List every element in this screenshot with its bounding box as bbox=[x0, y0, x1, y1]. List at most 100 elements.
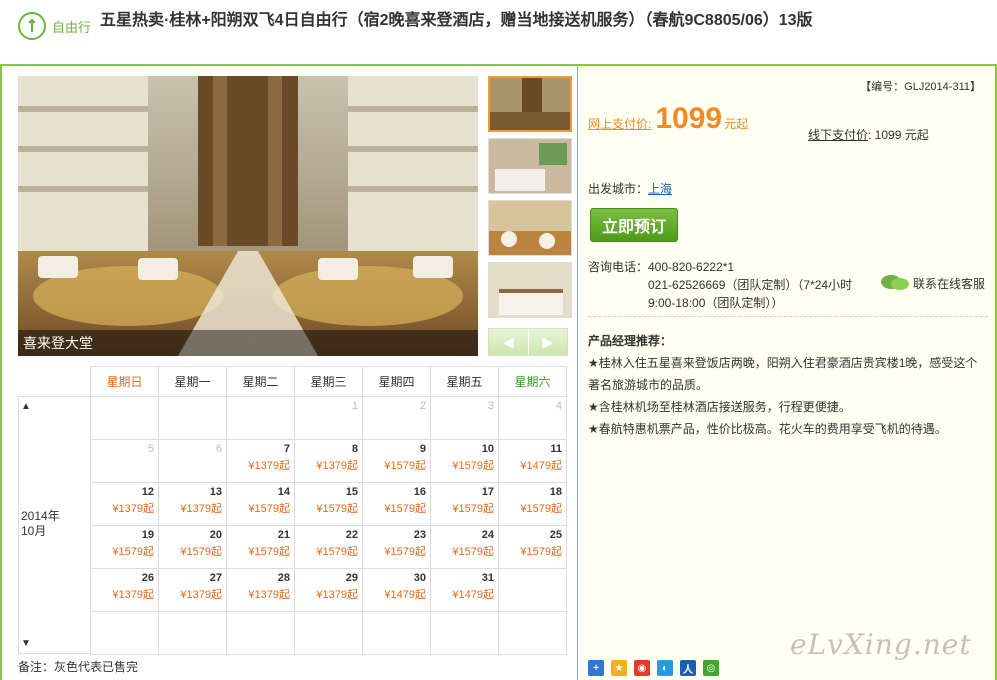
day-number: 15 bbox=[345, 486, 358, 498]
share-bar: + ★ ◉ ◐ 人 ◎ bbox=[588, 660, 726, 676]
tencent-weibo-icon[interactable]: ◐ bbox=[657, 660, 673, 676]
day-price: ¥1579起 bbox=[384, 460, 426, 472]
day-number: 11 bbox=[550, 443, 562, 455]
calendar-day-20[interactable]: 20 ¥1579起 bbox=[158, 525, 227, 569]
next-month-button[interactable]: ▼ bbox=[21, 638, 31, 649]
calendar-day-28[interactable]: 28 ¥1379起 bbox=[226, 568, 295, 612]
calendar-day-15[interactable]: 15 ¥1579起 bbox=[294, 482, 363, 526]
offline-price-label[interactable]: 线下支付价 bbox=[808, 128, 868, 142]
day-price: ¥1379起 bbox=[248, 589, 290, 601]
qzone-icon[interactable]: ★ bbox=[611, 660, 627, 676]
online-service-label: 联系在线客服 bbox=[913, 276, 986, 291]
day-number: 21 bbox=[277, 529, 290, 541]
thumbnail-restaurant[interactable] bbox=[488, 200, 572, 256]
contact-line: 9:00-18:00（团队定制）） bbox=[648, 296, 784, 310]
calendar-day-23[interactable]: 23 ¥1579起 bbox=[362, 525, 431, 569]
calendar-day-25[interactable]: 25 ¥1579起 bbox=[498, 525, 567, 569]
thumbnail-twin-room[interactable] bbox=[488, 262, 572, 318]
travel-type-label: 自由行 bbox=[52, 19, 92, 35]
main-photo[interactable]: 喜来登大堂 bbox=[18, 76, 478, 356]
day-number: 2 bbox=[419, 400, 426, 412]
online-price-label[interactable]: 网上支付价: bbox=[588, 115, 651, 132]
manager-recommendation: 产品经理推荐： ★桂林入住五星喜来登饭店两晚，阳朔入住君豪酒店贵宾楼1晚，感受这… bbox=[588, 330, 988, 440]
calendar-day-7[interactable]: 7 ¥1379起 bbox=[226, 439, 295, 483]
calendar-day-18[interactable]: 18 ¥1579起 bbox=[498, 482, 567, 526]
online-price: 网上支付价: 1099 元起 bbox=[588, 102, 748, 136]
calendar-day-24[interactable]: 24 ¥1579起 bbox=[430, 525, 499, 569]
calendar-day-22[interactable]: 22 ¥1579起 bbox=[294, 525, 363, 569]
weibo-icon[interactable]: ◉ bbox=[634, 660, 650, 676]
calendar-day-19[interactable]: 19 ¥1579起 bbox=[90, 525, 159, 569]
calendar-day-12[interactable]: 12 ¥1379起 bbox=[90, 482, 159, 526]
site-watermark: eLvXing.net bbox=[790, 628, 972, 661]
calendar-day-9[interactable]: 9 ¥1579起 bbox=[362, 439, 431, 483]
weekday-mon: 星期一 bbox=[158, 366, 227, 397]
next-thumbnail-button[interactable]: ▶ bbox=[527, 329, 568, 355]
contact-label: 咨询电话： bbox=[588, 260, 649, 274]
departure-calendar: ▲ 2014年 10月 ▼ 星期日 星期一 星期二 星期三 星期四 星期五 星期… bbox=[18, 366, 568, 655]
day-price: ¥1579起 bbox=[452, 503, 494, 515]
calendar-day-11[interactable]: 11 ¥1479起 bbox=[498, 439, 567, 483]
calendar-day-29[interactable]: 29 ¥1379起 bbox=[294, 568, 363, 612]
day-number: 25 bbox=[549, 529, 562, 541]
wechat-icon[interactable]: ◎ bbox=[703, 660, 719, 676]
photo-caption: 喜来登大堂 bbox=[18, 330, 478, 356]
day-price: ¥1579起 bbox=[452, 460, 494, 472]
day-number: 5 bbox=[147, 443, 154, 455]
prev-month-button[interactable]: ▲ bbox=[21, 401, 31, 412]
day-price: ¥1379起 bbox=[248, 460, 290, 472]
calendar-day-26[interactable]: 26 ¥1379起 bbox=[90, 568, 159, 612]
day-price: ¥1379起 bbox=[316, 460, 358, 472]
day-number: 6 bbox=[215, 443, 222, 455]
weekday-thu: 星期四 bbox=[362, 366, 431, 397]
thumbnail-strip bbox=[488, 76, 574, 324]
prev-thumbnail-button[interactable]: ◀ bbox=[489, 329, 528, 355]
day-price: ¥1479起 bbox=[452, 589, 494, 601]
day-number: 18 bbox=[549, 486, 562, 498]
calendar-empty-cell bbox=[226, 396, 295, 440]
day-number: 26 bbox=[141, 572, 154, 584]
departure-city-link[interactable]: 上海 bbox=[648, 182, 672, 196]
calendar-empty-cell bbox=[158, 396, 227, 440]
calendar-day-8[interactable]: 8 ¥1379起 bbox=[294, 439, 363, 483]
day-number: 7 bbox=[283, 443, 290, 455]
day-number: 14 bbox=[277, 486, 290, 498]
book-now-button[interactable]: 立即预订 bbox=[590, 208, 678, 242]
contact-line: 400-820-6222*1 bbox=[648, 260, 735, 274]
calendar-day-21[interactable]: 21 ¥1579起 bbox=[226, 525, 295, 569]
calendar-day-31[interactable]: 31 ¥1479起 bbox=[430, 568, 499, 612]
day-price: ¥1579起 bbox=[180, 546, 222, 558]
calendar-day-3: 3 bbox=[430, 396, 499, 440]
calendar-day-10[interactable]: 10 ¥1579起 bbox=[430, 439, 499, 483]
online-service-link[interactable]: 联系在线客服 bbox=[880, 274, 985, 292]
recommendation-item: ★含桂林机场至桂林酒店接送服务，行程更便捷。 bbox=[588, 400, 851, 414]
thumbnail-lobby[interactable] bbox=[488, 76, 572, 132]
calendar-day-13[interactable]: 13 ¥1379起 bbox=[158, 482, 227, 526]
departure-city: 出发城市：上海 bbox=[588, 180, 672, 197]
section-divider bbox=[588, 316, 988, 317]
calendar-day-16[interactable]: 16 ¥1579起 bbox=[362, 482, 431, 526]
calendar-day-4: 4 bbox=[498, 396, 567, 440]
day-price: ¥1579起 bbox=[112, 546, 154, 558]
calendar-empty-cell bbox=[90, 396, 159, 440]
calendar-day-14[interactable]: 14 ¥1579起 bbox=[226, 482, 295, 526]
thumbnail-guest-room[interactable] bbox=[488, 138, 572, 194]
day-price: ¥1579起 bbox=[520, 503, 562, 515]
day-price: ¥1379起 bbox=[112, 589, 154, 601]
page-header: 自由行 五星热卖·桂林+阳朔双飞4日自由行（宿2晚喜来登酒店，赠当地接送机服务）… bbox=[0, 0, 997, 66]
calendar-day-17[interactable]: 17 ¥1579起 bbox=[430, 482, 499, 526]
day-number: 22 bbox=[345, 529, 358, 541]
hotel-lobby-image bbox=[18, 76, 478, 356]
calendar-empty-cell bbox=[498, 611, 567, 655]
renren-icon[interactable]: 人 bbox=[680, 660, 696, 676]
day-price: ¥1479起 bbox=[384, 589, 426, 601]
calendar-day-27[interactable]: 27 ¥1379起 bbox=[158, 568, 227, 612]
day-number: 30 bbox=[413, 572, 426, 584]
recommendation-item: ★桂林入住五星喜来登饭店两晚，阳朔入住君豪酒店贵宾楼1晚，感受这个著名旅游城市的… bbox=[588, 356, 978, 392]
day-price: ¥1379起 bbox=[316, 589, 358, 601]
calendar-empty-cell bbox=[226, 611, 295, 655]
plus-share-icon[interactable]: + bbox=[588, 660, 604, 676]
calendar-day-30[interactable]: 30 ¥1479起 bbox=[362, 568, 431, 612]
day-number: 3 bbox=[487, 400, 494, 412]
day-price: ¥1579起 bbox=[452, 546, 494, 558]
